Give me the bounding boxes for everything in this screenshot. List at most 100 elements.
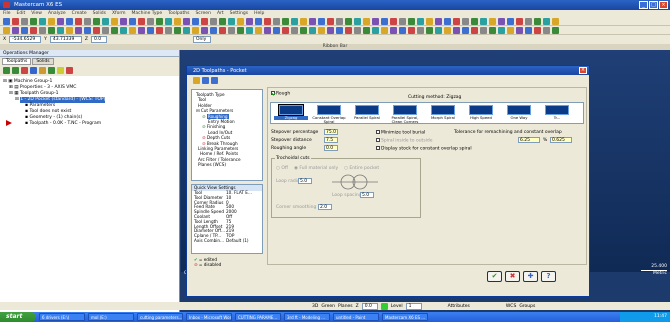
menu-item[interactable]: Art [217,11,224,16]
toolbar-icon[interactable] [507,26,514,34]
z-coordinate-field[interactable]: 0.0 [90,36,107,43]
toolbar-icon[interactable] [165,26,172,34]
dialog-close-button[interactable]: × [579,67,587,74]
toolbar-icon[interactable] [417,17,424,25]
cutting-method-option[interactable]: Tr... [540,104,574,122]
toolbar-icon[interactable] [102,17,109,25]
toolbar-icon[interactable] [120,26,127,34]
toolbar-icon[interactable] [471,17,478,25]
toolbar-icon[interactable] [111,17,118,25]
menu-item[interactable]: Create [72,11,87,16]
toolbar-icon[interactable] [516,26,523,34]
menu-item[interactable]: Analyze [48,11,66,16]
cutting-method-option[interactable]: Morph Spiral [426,104,460,122]
toolbar-icon[interactable] [390,17,397,25]
ok-button[interactable]: ✔ [487,271,502,282]
toolbar-icon[interactable] [129,17,136,25]
level-field[interactable]: 1 [405,302,422,310]
toolbar-icon[interactable] [3,17,10,25]
taskbar-task[interactable]: mol (E:) [88,313,134,321]
toolbar-icon[interactable] [381,17,388,25]
menu-item[interactable]: Toolpaths [168,11,189,16]
cutting-method-option[interactable]: Parallel Spiral, Clean Corners [388,104,422,124]
toolbar-icon[interactable] [273,17,280,25]
taskbar-task[interactable]: Inbox - Microsoft Word [186,313,232,321]
toolbar-icon[interactable] [453,17,460,25]
load-icon[interactable] [211,76,218,84]
menu-item[interactable]: Solids [93,11,106,16]
toolbar-icon[interactable] [426,17,433,25]
toolbar-icon[interactable] [345,17,352,25]
toolbar-icon[interactable] [75,26,82,34]
cancel-button[interactable]: ✖ [505,271,520,282]
toolbar-icon[interactable] [66,17,73,25]
delete-icon[interactable] [66,67,73,74]
toolbar-icon[interactable] [129,26,136,34]
toolbar-icon[interactable] [147,17,154,25]
toolbar-icon[interactable] [93,26,100,34]
toolbar-icon[interactable] [525,26,532,34]
toolbar-icon[interactable] [237,17,244,25]
loop-spacing-input[interactable]: 5.0 [360,192,374,198]
minimize-button[interactable]: _ [639,1,648,9]
save-icon[interactable] [202,76,209,84]
tolerance-value-input[interactable]: 0.625 [550,137,572,143]
toolbar-icon[interactable] [498,17,505,25]
rough-checkbox[interactable]: Rough [271,91,290,97]
cutting-method-option[interactable]: Constant Overlap Spiral [312,104,346,124]
groups-button[interactable]: Groups [519,304,535,309]
toolbar-icon[interactable] [30,17,37,25]
toolbar-icon[interactable] [21,26,28,34]
angle-input[interactable]: 0.0 [324,145,338,151]
toolbar-icon[interactable] [498,26,505,34]
toolbar-icon[interactable] [174,26,181,34]
attributes-button[interactable]: Attributes [448,304,470,309]
filter-icon[interactable] [193,76,200,84]
menu-item[interactable]: Xform [112,11,126,16]
toolbar-icon[interactable] [201,26,208,34]
toolbar-icon[interactable] [534,26,541,34]
toolbar-icon[interactable] [372,17,379,25]
toolbar-icon[interactable] [255,17,262,25]
toolbar-icon[interactable] [309,17,316,25]
toolbar-icon[interactable] [174,17,181,25]
toolbar-icon[interactable] [435,17,442,25]
toolbar-icon[interactable] [219,26,226,34]
taskbar-task[interactable]: 6 drivers (E:\) [39,313,85,321]
spiral-inside-checkbox[interactable]: Spiral inside to outside [376,138,433,144]
toolbar-icon[interactable] [318,26,325,34]
toolbar-icon[interactable] [399,26,406,34]
toolbar-icon[interactable] [300,26,307,34]
help-button[interactable]: ? [541,271,556,282]
toolbar-icon[interactable] [543,26,550,34]
toolbar-icon[interactable] [363,17,370,25]
troch-off-radio[interactable]: ○ Off [276,166,288,171]
display-stock-checkbox[interactable]: Display stock for constant overlap spira… [376,146,472,152]
toolbar-icon[interactable] [183,26,190,34]
cutting-method-option[interactable]: High Speed [464,104,498,122]
menu-item[interactable]: Help [254,11,264,16]
mode-3d[interactable]: 3D [312,304,318,309]
y-coordinate-field[interactable]: 43.71339 [49,36,82,43]
toolbar-icon[interactable] [552,26,559,34]
toolbar-icon[interactable] [408,26,415,34]
toolbar-icon[interactable] [12,17,19,25]
tree-toolpath[interactable]: ▪ Toolpath - 0.0K - T.NC - Program [3,121,176,127]
toolbar-icon[interactable] [381,26,388,34]
toolbar-icon[interactable] [84,17,91,25]
toolbar-icon[interactable] [462,26,469,34]
taskbar-task[interactable]: cutting parameters... [137,313,183,321]
toolbar-icon[interactable] [30,26,37,34]
start-button[interactable]: start [0,312,36,322]
toolbar-icon[interactable] [264,26,271,34]
toolbar-icon[interactable] [84,26,91,34]
toolbar-icon[interactable] [210,17,217,25]
toolbar-icon[interactable] [372,26,379,34]
toolbar-icon[interactable] [264,17,271,25]
taskbar-task[interactable]: CUTTING PARAME... [235,313,281,321]
x-coordinate-field[interactable]: -534.6529 [9,36,42,43]
select-dirty-icon[interactable] [12,67,19,74]
toolbar-icon[interactable] [282,17,289,25]
toolbar-icon[interactable] [336,17,343,25]
toolbar-icon[interactable] [552,17,559,25]
